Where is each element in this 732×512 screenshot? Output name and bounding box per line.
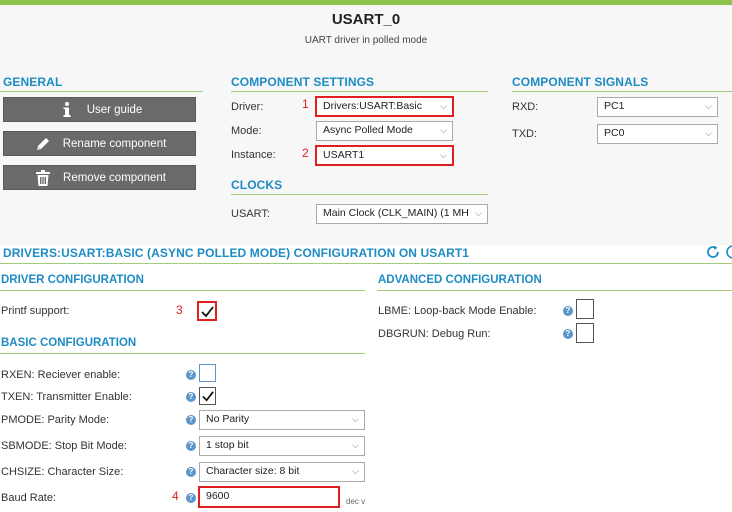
printf-support-checkbox[interactable] xyxy=(197,301,217,321)
pmode-select[interactable]: No Parity ⌵ xyxy=(199,410,365,430)
sbmode-select[interactable]: 1 stop bit ⌵ xyxy=(199,436,365,456)
chevron-down-icon: ⌵ xyxy=(440,125,447,135)
txen-label: TXEN: Transmitter Enable: xyxy=(1,391,132,403)
advanced-configuration-heading: ADVANCED CONFIGURATION xyxy=(378,274,542,286)
annotation-marker-2: 2 xyxy=(302,146,309,160)
help-icon[interactable]: ? xyxy=(186,467,196,477)
chevron-down-icon: ⌵ xyxy=(352,440,359,450)
pencil-icon xyxy=(33,135,53,153)
driver-label: Driver: xyxy=(231,101,264,113)
baud-rate-value: 9600 xyxy=(206,490,230,502)
basic-configuration-heading: BASIC CONFIGURATION xyxy=(1,337,137,349)
instance-select[interactable]: USART1 ⌵ xyxy=(315,145,454,166)
txen-checkbox[interactable] xyxy=(199,387,216,405)
annotation-marker-1: 1 xyxy=(302,97,309,111)
lbme-checkbox[interactable] xyxy=(576,299,594,319)
clocks-divider xyxy=(231,194,488,195)
chevron-down-icon: ⌵ xyxy=(440,101,447,111)
pmode-select-value: No Parity xyxy=(206,413,250,425)
printf-support-label: Printf support: xyxy=(1,305,70,317)
component-settings-divider xyxy=(231,91,488,92)
configuration-heading: DRIVERS:USART:BASIC (ASYNC POLLED MODE) … xyxy=(3,246,470,260)
reset-icon[interactable] xyxy=(725,244,732,260)
driver-select[interactable]: Drivers:USART:Basic ⌵ xyxy=(315,96,454,117)
refresh-icon[interactable] xyxy=(705,244,721,260)
usart-clock-select-value: Main Clock (CLK_MAIN) (1 MH xyxy=(323,207,469,219)
instance-select-value: USART1 xyxy=(323,149,365,161)
mode-label: Mode: xyxy=(231,125,262,137)
user-guide-label: User guide xyxy=(86,103,143,116)
component-settings-heading: COMPONENT SETTINGS xyxy=(231,75,375,89)
rxd-select-value: PC1 xyxy=(604,100,625,112)
annotation-marker-4: 4 xyxy=(172,489,179,503)
txd-label: TXD: xyxy=(512,128,538,140)
baud-rate-input[interactable]: 9600 xyxy=(198,486,340,508)
rxen-checkbox[interactable] xyxy=(199,364,216,382)
general-divider xyxy=(0,91,203,92)
chevron-down-icon: ⌵ xyxy=(352,414,359,424)
sbmode-select-value: 1 stop bit xyxy=(206,439,249,451)
chevron-down-icon: ⌵ xyxy=(473,208,482,219)
help-icon[interactable]: ? xyxy=(186,441,196,451)
component-title: USART_0 xyxy=(331,11,401,28)
driver-configuration-divider xyxy=(0,290,365,291)
baud-rate-unit: dec v xyxy=(346,497,366,506)
user-guide-button[interactable]: User guide xyxy=(3,97,196,122)
info-icon xyxy=(57,101,77,119)
rxen-label: RXEN: Reciever enable: xyxy=(1,369,121,381)
help-icon[interactable]: ? xyxy=(186,392,196,402)
component-subtitle: UART driver in polled mode xyxy=(304,35,428,46)
rxd-select[interactable]: PC1 ⌵ xyxy=(597,97,718,117)
usart-clock-label: USART: xyxy=(231,208,270,220)
configuration-divider xyxy=(0,263,732,264)
rxd-label: RXD: xyxy=(512,101,539,113)
trash-icon xyxy=(33,169,53,187)
remove-component-button[interactable]: Remove component xyxy=(3,165,196,190)
txd-select[interactable]: PC0 ⌵ xyxy=(597,124,718,144)
mode-select[interactable]: Async Polled Mode ⌵ xyxy=(316,121,453,141)
sbmode-label: SBMODE: Stop Bit Mode: xyxy=(1,440,127,452)
help-icon[interactable]: ? xyxy=(186,370,196,380)
baud-rate-label: Baud Rate: xyxy=(1,492,57,504)
rename-component-label: Rename component xyxy=(62,137,167,150)
component-signals-heading: COMPONENT SIGNALS xyxy=(512,75,649,89)
chsize-label: CHSIZE: Character Size: xyxy=(1,466,124,478)
help-icon[interactable]: ? xyxy=(563,329,573,339)
chevron-down-icon: ⌵ xyxy=(440,150,447,160)
clocks-heading: CLOCKS xyxy=(231,178,283,192)
txd-select-value: PC0 xyxy=(604,127,625,139)
chevron-down-icon: ⌵ xyxy=(705,128,712,138)
remove-component-label: Remove component xyxy=(63,171,166,184)
help-icon[interactable]: ? xyxy=(186,493,196,503)
dbgrun-label: DBGRUN: Debug Run: xyxy=(378,328,491,340)
instance-label: Instance: xyxy=(231,149,276,161)
help-icon[interactable]: ? xyxy=(563,306,573,316)
basic-configuration-divider xyxy=(0,353,365,354)
component-signals-divider xyxy=(512,91,732,92)
pmode-label: PMODE: Parity Mode: xyxy=(1,414,110,426)
chevron-down-icon: ⌵ xyxy=(705,101,712,111)
mode-select-value: Async Polled Mode xyxy=(323,124,413,136)
general-heading: GENERAL xyxy=(3,75,63,89)
help-icon[interactable]: ? xyxy=(186,415,196,425)
dbgrun-checkbox[interactable] xyxy=(576,323,594,343)
driver-select-value: Drivers:USART:Basic xyxy=(323,100,422,112)
chsize-select[interactable]: Character size: 8 bit ⌵ xyxy=(199,462,365,482)
usart-clock-select[interactable]: Main Clock (CLK_MAIN) (1 MH ⌵ xyxy=(316,204,488,224)
chsize-select-value: Character size: 8 bit xyxy=(206,465,300,477)
chevron-down-icon: ⌵ xyxy=(352,466,359,476)
annotation-marker-3: 3 xyxy=(176,303,183,317)
rename-component-button[interactable]: Rename component xyxy=(3,131,196,156)
advanced-configuration-divider xyxy=(377,290,732,291)
lbme-label: LBME: Loop-back Mode Enable: xyxy=(378,305,537,317)
driver-configuration-heading: DRIVER CONFIGURATION xyxy=(1,274,144,286)
